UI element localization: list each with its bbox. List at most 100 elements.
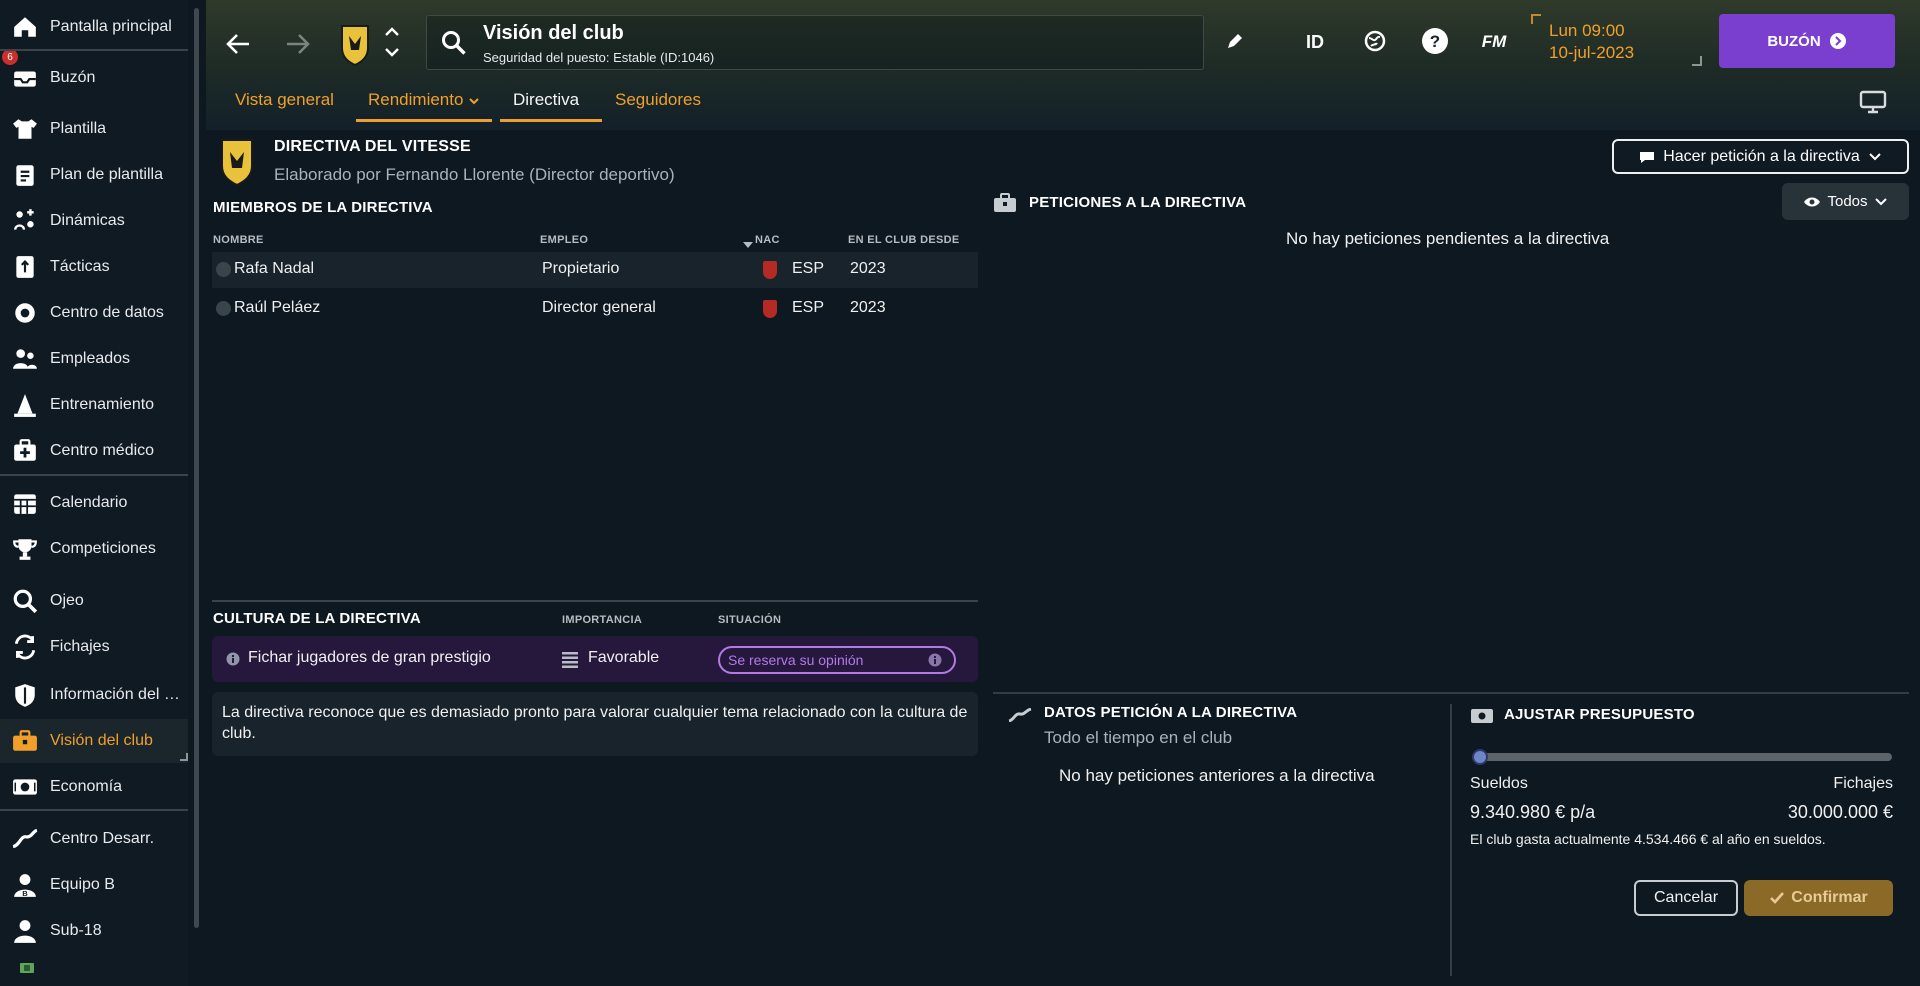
member-name[interactable]: Raúl Peláez [234, 299, 320, 317]
members-section-title: MIEMBROS DE LA DIRECTIVA [213, 199, 433, 216]
date-corner-icon [1692, 56, 1702, 66]
calendar-icon [0, 490, 50, 516]
make-board-request-button[interactable]: Hacer petición a la directiva [1612, 139, 1909, 174]
tab-directiva[interactable]: Directiva [513, 90, 579, 122]
sidebar-scrollbar[interactable] [194, 8, 199, 928]
request-history-empty-text: No hay peticiones anteriores a la direct… [1059, 766, 1375, 785]
magnifier-icon [0, 588, 50, 614]
sidebar-item-centro-de-datos[interactable]: Centro de datos [0, 291, 188, 335]
switch-club-chevrons[interactable] [382, 24, 402, 60]
sidebar-item-visión-del-club[interactable]: Visión del club [0, 719, 188, 763]
tab-label: Directiva [513, 90, 580, 109]
sidebar-item-competiciones[interactable]: Competiciones [0, 527, 188, 571]
sidebar-item-label: Buzón [50, 69, 96, 86]
filter-label: Todos [1827, 193, 1868, 210]
sidebar-item-pantalla-principal[interactable]: Pantalla principal [0, 5, 188, 49]
sidebar-item-centro-médico[interactable]: Centro médico [0, 429, 188, 473]
sidebar-item-fichajes[interactable]: Fichajes [0, 625, 188, 669]
sidebar-item-ojeo[interactable]: Ojeo [0, 579, 188, 623]
column-header-since[interactable]: EN EL CLUB DESDE [848, 234, 960, 246]
tab-vista-general[interactable]: Vista general [235, 90, 334, 122]
sidebar-item-label: Economía [50, 778, 123, 795]
culture-situation-pill[interactable]: Se reserva su opinión [718, 646, 956, 674]
sidebar-item-empleados[interactable]: Empleados [0, 337, 188, 381]
game-date[interactable]: Lun 09:00 10-jul-2023 [1549, 20, 1634, 64]
wages-value: 9.340.980 € p/a [1470, 802, 1596, 822]
chevron-down-icon [1869, 152, 1881, 160]
back-button[interactable] [220, 26, 256, 62]
confirm-button[interactable]: Confirmar [1744, 880, 1893, 916]
sidebar-item-label: Competiciones [50, 540, 156, 557]
sidebar-item-centro-desarr[interactable]: Centro Desarr. [0, 817, 188, 861]
tab-rendimiento[interactable]: Rendimiento [368, 90, 481, 122]
club-crest-icon[interactable] [338, 20, 372, 68]
tab-seguidores[interactable]: Seguidores [615, 90, 701, 122]
transfers-value: 30.000.000 € [1787, 802, 1893, 822]
table-row[interactable]: Rafa Nadal Propietario ESP 2023 [212, 252, 978, 288]
sidebar-item-calendario[interactable]: Calendario [0, 481, 188, 525]
id-button[interactable]: ID [1300, 28, 1330, 56]
tab-underline [500, 119, 602, 122]
board-author: Elaborado por Fernando Llorente (Directo… [274, 165, 675, 184]
adjust-budget-title: AJUSTAR PRESUPUESTO [1504, 706, 1695, 723]
board-title: DIRECTIVA DEL VITESSE [274, 138, 471, 155]
member-job: Director general [542, 299, 656, 316]
development-icon [0, 826, 50, 852]
sidebar: Pantalla principal 6 Buzón Plantilla Plan de… [0, 0, 199, 986]
screen-mode-button[interactable] [1856, 88, 1890, 116]
sidebar-item-equipo-b[interactable]: B Equipo B [0, 863, 188, 907]
chevron-down-icon [1874, 197, 1887, 205]
inbox-button-label: BUZÓN [1767, 32, 1821, 50]
team-b-icon: B [0, 872, 50, 898]
sidebar-item-buzón[interactable]: 6 Buzón [0, 49, 188, 100]
u18-icon [0, 918, 50, 944]
inbox-continue-button[interactable]: BUZÓN [1719, 14, 1895, 68]
tab-label: Seguidores [615, 90, 702, 109]
sidebar-item-dinámicas[interactable]: Dinámicas [0, 199, 188, 243]
active-corner-icon [180, 753, 188, 761]
request-history-title: DATOS PETICIÓN A LA DIRECTIVA [1044, 704, 1298, 721]
sidebar-item-plan-de-plantilla[interactable]: Plan de plantilla [0, 153, 188, 197]
column-header-situation: SITUACIÓN [718, 614, 782, 626]
status-ring-icon [216, 301, 231, 316]
column-header-nationality[interactable]: NAC [755, 234, 780, 246]
column-header-job[interactable]: EMPLEO [540, 234, 588, 246]
sidebar-item-plantilla[interactable]: Plantilla [0, 107, 188, 151]
fm-menu-button[interactable]: FM [1478, 28, 1510, 56]
help-button[interactable]: ? [1420, 26, 1450, 56]
tactics-icon [0, 254, 50, 280]
wages-label: Sueldos [1470, 775, 1528, 792]
budget-slider[interactable] [1472, 749, 1892, 765]
transfer-arrows-icon [0, 634, 50, 660]
sidebar-item-tácticas[interactable]: Tácticas [0, 245, 188, 289]
cancel-button[interactable]: Cancelar [1634, 880, 1738, 916]
culture-row[interactable]: Fichar jugadores de gran prestigio Favor… [212, 636, 978, 682]
sidebar-item-sub-18[interactable]: Sub-18 [0, 909, 188, 953]
page-search-box[interactable]: Visión del club Seguridad del puesto: Es… [426, 15, 1204, 70]
transfers-label: Fichajes [1833, 775, 1893, 792]
money-status-icon [20, 960, 34, 978]
sidebar-item-label: Plantilla [50, 120, 107, 137]
sidebar-item-label: Equipo B [50, 876, 115, 893]
budget-slider-knob[interactable] [1472, 749, 1488, 765]
globe-button[interactable] [1360, 26, 1390, 56]
sidebar-item-label: Centro médico [50, 442, 155, 459]
member-name[interactable]: Rafa Nadal [234, 260, 314, 278]
sidebar-item-label: Información del cl... [50, 686, 184, 703]
game-time: Lun 09:00 [1549, 21, 1625, 40]
sidebar-item-label: Entrenamiento [50, 396, 155, 413]
forward-button[interactable] [280, 26, 316, 62]
requests-filter-dropdown[interactable]: Todos [1782, 183, 1909, 220]
checkmark-icon [1770, 892, 1785, 904]
culture-situation: Se reserva su opinión [728, 652, 864, 668]
sidebar-item-información-del-cl[interactable]: Información del cl... [0, 673, 188, 717]
column-header-name[interactable]: NOMBRE [213, 234, 264, 246]
sidebar-item-economía[interactable]: Economía [0, 765, 188, 809]
sidebar-item-label: Tácticas [50, 258, 110, 275]
trend-line-icon [1008, 707, 1032, 727]
briefcase-icon [0, 728, 50, 754]
board-crest-icon [220, 136, 254, 191]
sidebar-item-entrenamiento[interactable]: Entrenamiento [0, 383, 188, 427]
edit-button[interactable] [1220, 28, 1248, 56]
table-row[interactable]: Raúl Peláez Director general ESP 2023 [212, 291, 978, 327]
